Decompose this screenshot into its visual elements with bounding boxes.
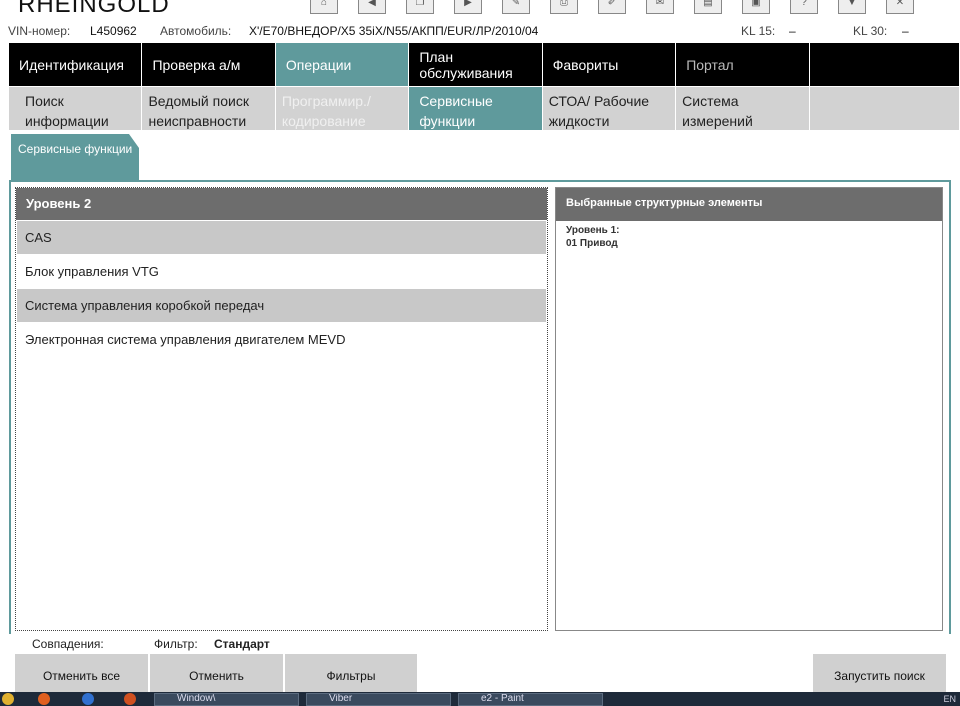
top-toolbar: RHEINGOLD ⌂ ◀ ❐ ▶ ✎ ⎙ ✐ ✉ ▤ ▣ ? ▼ ✕ (0, 0, 960, 20)
forward-icon[interactable]: ▶ (454, 0, 482, 14)
back-icon[interactable]: ◀ (358, 0, 386, 14)
vin-label: VIN-номер: (8, 24, 71, 38)
tab-operations[interactable]: Операции (275, 43, 409, 86)
kl15-value: – (789, 24, 796, 38)
selected-level-label: Уровень 1: (566, 225, 620, 236)
start-search-button[interactable]: Запустить поиск (813, 654, 946, 694)
kl30-label: KL 30: (853, 24, 888, 38)
wrench-icon[interactable]: ✎ (502, 0, 530, 14)
folder-icon[interactable] (2, 693, 14, 705)
tab-favorites[interactable]: Фавориты (542, 43, 676, 86)
help-icon[interactable]: ? (790, 0, 818, 14)
footer-status: Совпадения: Фильтр: Стандарт (0, 636, 960, 654)
app-logo: RHEINGOLD (18, 0, 170, 18)
level2-list-panel: Уровень 2 CAS Блок управления VTG Систем… (15, 187, 548, 631)
subtab-empty (809, 87, 959, 130)
subtab-workshop-fluids[interactable]: СТОА/ Рабочие жидкости (542, 87, 676, 130)
selected-elements-header: Выбранные структурные элементы (556, 188, 942, 221)
car-label: Автомобиль: (160, 24, 232, 38)
service-functions-folder-tab[interactable]: Сервисные функции (11, 134, 139, 180)
filter-value: Стандарт (214, 637, 270, 651)
language-indicator[interactable]: EN (943, 694, 956, 704)
firefox-icon[interactable] (124, 693, 136, 705)
car-value: X'/E70/ВНЕДОР/X5 35iX/N55/АКПП/EUR/ЛР/20… (249, 24, 539, 38)
browser-icon[interactable] (38, 693, 50, 705)
tab-vehicle-check[interactable]: Проверка а/м (142, 43, 275, 86)
printer-icon[interactable]: ▣ (742, 0, 770, 14)
os-taskbar: Window\ Viber e2 - Paint EN (0, 692, 960, 706)
download-icon[interactable]: ▼ (838, 0, 866, 14)
pen-icon[interactable]: ✐ (598, 0, 626, 14)
subtab-info-search[interactable]: Поиск информации (9, 87, 142, 130)
taskbar-item-paint[interactable]: e2 - Paint (458, 693, 603, 706)
selected-elements-panel: Выбранные структурные элементы Уровень 1… (555, 187, 943, 631)
print-icon[interactable]: ⎙ (550, 0, 578, 14)
vin-value: L450962 (90, 24, 137, 38)
selected-level-value: 01 Привод (566, 238, 618, 249)
subtab-programming: Программир./ кодирование (275, 87, 409, 130)
filter-label: Фильтр: (154, 637, 198, 651)
close-icon[interactable]: ✕ (886, 0, 914, 14)
vehicle-info-bar: VIN-номер: L450962 Автомобиль: X'/E70/ВН… (0, 20, 960, 42)
taskbar-item-viber[interactable]: Viber (306, 693, 451, 706)
filters-button[interactable]: Фильтры (285, 654, 417, 694)
matches-label: Совпадения: (32, 637, 104, 651)
level2-header: Уровень 2 (16, 188, 547, 220)
list-item[interactable]: Блок управления VTG (17, 255, 546, 288)
kl30-value: – (902, 24, 909, 38)
notes-icon[interactable]: ▤ (694, 0, 722, 14)
app-icon[interactable] (82, 693, 94, 705)
home-icon[interactable]: ⌂ (310, 0, 338, 14)
tab-service-plan[interactable]: План обслуживания (409, 43, 542, 86)
tab-empty (809, 43, 959, 86)
list-item[interactable]: Система управления коробкой передач (17, 289, 546, 322)
taskbar-item-window[interactable]: Window\ (154, 693, 299, 706)
subtab-guided-troubleshooting[interactable]: Ведомый поиск неисправности (142, 87, 275, 130)
list-item[interactable]: CAS (17, 221, 546, 254)
tab-portal[interactable]: Портал (676, 43, 809, 86)
main-nav: Идентификация Проверка а/м Операции План… (9, 43, 960, 86)
mail-icon[interactable]: ✉ (646, 0, 674, 14)
kl15-label: KL 15: (741, 24, 776, 38)
cancel-all-button[interactable]: Отменить все (15, 654, 148, 694)
subtab-service-functions[interactable]: Сервисные функции (409, 87, 542, 130)
tab-identification[interactable]: Идентификация (9, 43, 142, 86)
sub-nav: Поиск информации Ведомый поиск неисправн… (9, 87, 960, 130)
toolbar-icons: ⌂ ◀ ❐ ▶ ✎ ⎙ ✐ ✉ ▤ ▣ ? ▼ ✕ (310, 0, 960, 16)
copy-icon[interactable]: ❐ (406, 0, 434, 14)
list-item[interactable]: Электронная система управления двигателе… (17, 323, 546, 356)
cancel-button[interactable]: Отменить (150, 654, 283, 694)
subtab-measurement-system[interactable]: Система измерений (676, 87, 809, 130)
